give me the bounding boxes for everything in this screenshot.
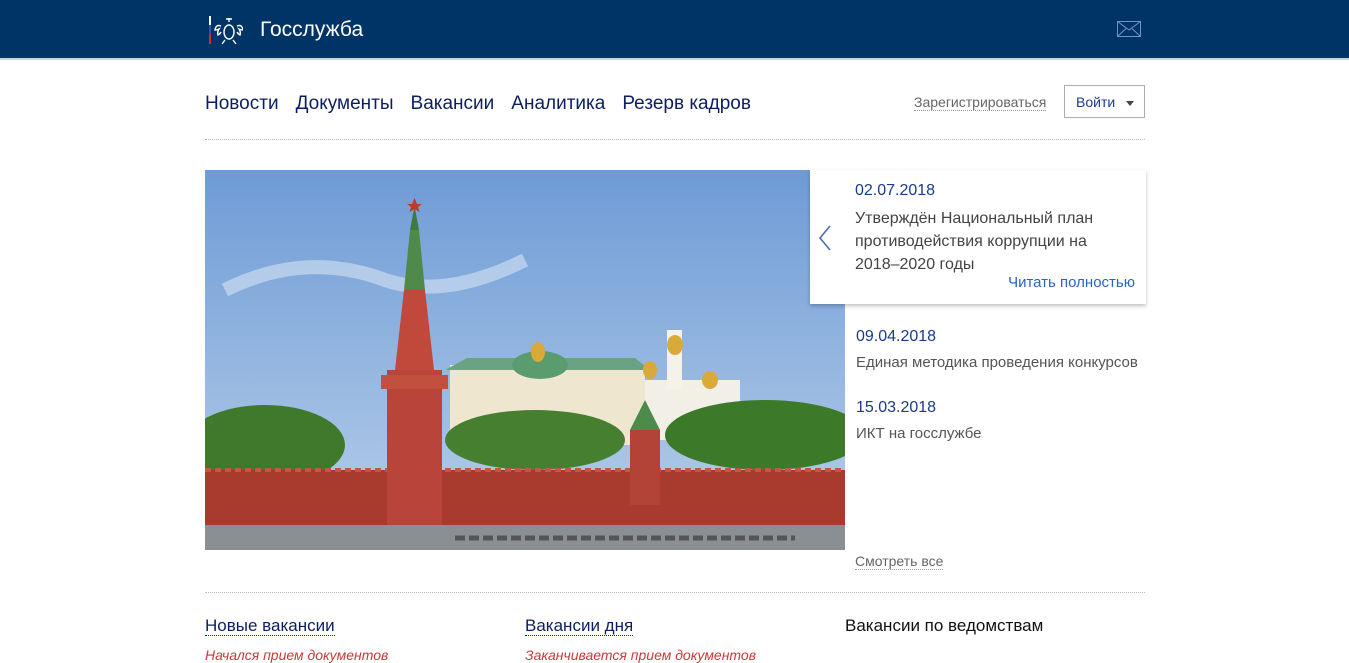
hero-image-kremlin[interactable] [205,170,845,550]
divider [205,592,1145,593]
main-nav: Новости Документы Вакансии Аналитика Рез… [205,93,768,115]
featured-news-date: 02.07.2018 [855,182,936,199]
vacancies-by-agency-heading: Вакансии по ведомствам [845,616,1044,635]
vacancies-of-day-link[interactable]: Вакансии дня [525,616,634,636]
register-link[interactable]: Зарегистрироваться [914,94,1047,111]
nav-item-vacancies[interactable]: Вакансии [411,93,495,115]
read-more-link[interactable]: Читать полностью [1008,274,1135,291]
new-vacancies-link[interactable]: Новые вакансии [205,616,335,636]
see-all-link[interactable]: Смотреть все [855,553,944,570]
mail-icon[interactable] [1117,21,1141,37]
nav-item-documents[interactable]: Документы [296,93,394,115]
section-subtitle: Начался прием документов [205,647,389,663]
section-new-vacancies: Новые вакансии Начался прием документов [205,616,388,663]
caret-down-icon [1126,101,1134,106]
section-vacancies-by-agency: Вакансии по ведомствам [845,616,1043,636]
section-subtitle: Заканчивается прием документов [525,647,757,663]
news-date: 15.03.2018 [856,399,937,416]
login-label: Войти [1076,94,1116,110]
header-bar: Госслужба [0,0,1349,60]
featured-news-card: 02.07.2018 Утверждён Национальный план п… [810,170,1146,304]
news-title[interactable]: Единая методика проведения конкурсов [856,354,1156,371]
nav-item-analytics[interactable]: Аналитика [511,93,605,115]
nav-item-news[interactable]: Новости [205,93,279,115]
section-vacancies-of-day: Вакансии дня Заканчивается прием докумен… [525,616,756,663]
site-title[interactable]: Госслужба [260,18,363,42]
news-item: 09.04.2018 Единая методика проведения ко… [856,328,1156,371]
nav-item-personnel-reserve[interactable]: Резерв кадров [622,93,751,115]
featured-news-title[interactable]: Утверждён Национальный план противодейст… [855,207,1125,276]
news-item: 15.03.2018 ИКТ на госслужбе [856,399,1156,442]
login-dropdown[interactable]: Войти [1064,85,1145,118]
news-date: 09.04.2018 [856,328,937,345]
chevron-left-icon[interactable] [818,225,832,251]
divider [205,139,1145,140]
news-title[interactable]: ИКТ на госслужбе [856,425,1156,442]
coat-of-arms-icon[interactable] [205,14,243,46]
